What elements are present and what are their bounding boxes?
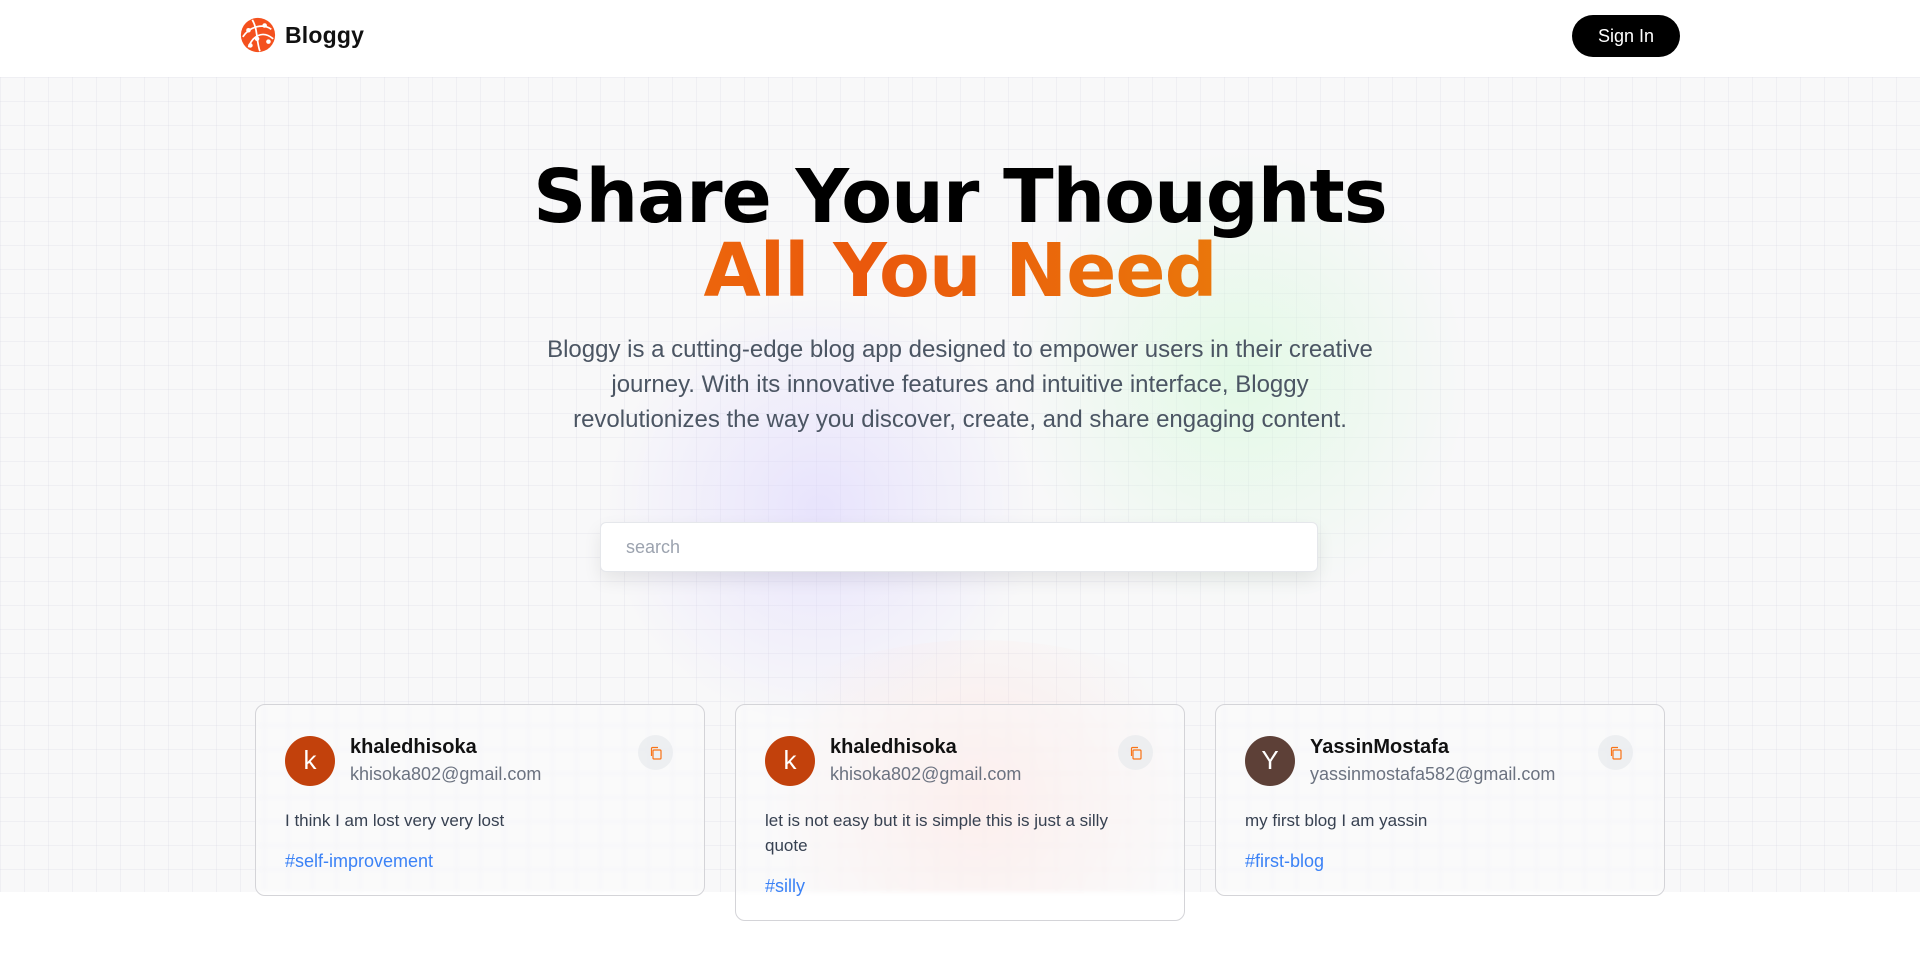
post-tag[interactable]: #first-blog	[1245, 849, 1324, 873]
post-author: k khaledhisoka khisoka802@gmail.com	[285, 735, 675, 786]
author-email: yassinmostafa582@gmail.com	[1310, 764, 1556, 784]
post-card[interactable]: k khaledhisoka khisoka802@gmail.com let …	[735, 704, 1185, 921]
author-email: khisoka802@gmail.com	[350, 764, 542, 784]
author-info: khaledhisoka khisoka802@gmail.com	[350, 735, 541, 786]
top-navbar: Bloggy Sign In	[0, 0, 1920, 77]
post-tag[interactable]: #self-improvement	[285, 849, 433, 873]
avatar[interactable]: Y	[1245, 735, 1295, 786]
post-content: let is not easy but it is simple this is…	[765, 811, 1108, 855]
author-username[interactable]: YassinMostafa	[1310, 735, 1555, 759]
copy-button[interactable]	[1118, 735, 1153, 770]
hero-subtitle: All You Need	[0, 234, 1920, 308]
avatar[interactable]: k	[765, 735, 815, 786]
hero-section: Share Your Thoughts All You Need Bloggy …	[0, 160, 1920, 437]
author-username[interactable]: khaledhisoka	[350, 735, 541, 759]
post-tag[interactable]: #silly	[765, 874, 805, 898]
globe-logo-icon	[240, 17, 276, 53]
avatar[interactable]: k	[285, 735, 335, 786]
author-email: khisoka802@gmail.com	[830, 764, 1022, 784]
post-author: k khaledhisoka khisoka802@gmail.com	[765, 735, 1155, 786]
post-card[interactable]: k khaledhisoka khisoka802@gmail.com I th…	[255, 704, 705, 896]
post-content: I think I am lost very very lost	[285, 811, 505, 830]
copy-button[interactable]	[1598, 735, 1633, 770]
hero-description: Bloggy is a cutting-edge blog app design…	[547, 336, 1373, 433]
post-content: my first blog I am yassin	[1245, 811, 1428, 830]
copy-icon	[1610, 746, 1622, 760]
brand-link[interactable]: Bloggy	[239, 16, 364, 54]
copy-icon	[650, 746, 662, 760]
page: Bloggy Sign In Share Your Thoughts All Y…	[0, 0, 1920, 970]
search-input[interactable]	[600, 522, 1318, 572]
post-card[interactable]: Y YassinMostafa yassinmostafa582@gmail.c…	[1215, 704, 1665, 896]
sign-in-button[interactable]: Sign In	[1572, 15, 1680, 57]
author-username[interactable]: khaledhisoka	[830, 735, 1021, 759]
copy-icon	[1130, 746, 1142, 760]
author-info: YassinMostafa yassinmostafa582@gmail.com	[1310, 735, 1555, 786]
author-info: khaledhisoka khisoka802@gmail.com	[830, 735, 1021, 786]
hero-title: Share Your Thoughts	[533, 154, 1388, 240]
post-author: Y YassinMostafa yassinmostafa582@gmail.c…	[1245, 735, 1635, 786]
copy-button[interactable]	[638, 735, 673, 770]
brand-name: Bloggy	[285, 21, 365, 48]
